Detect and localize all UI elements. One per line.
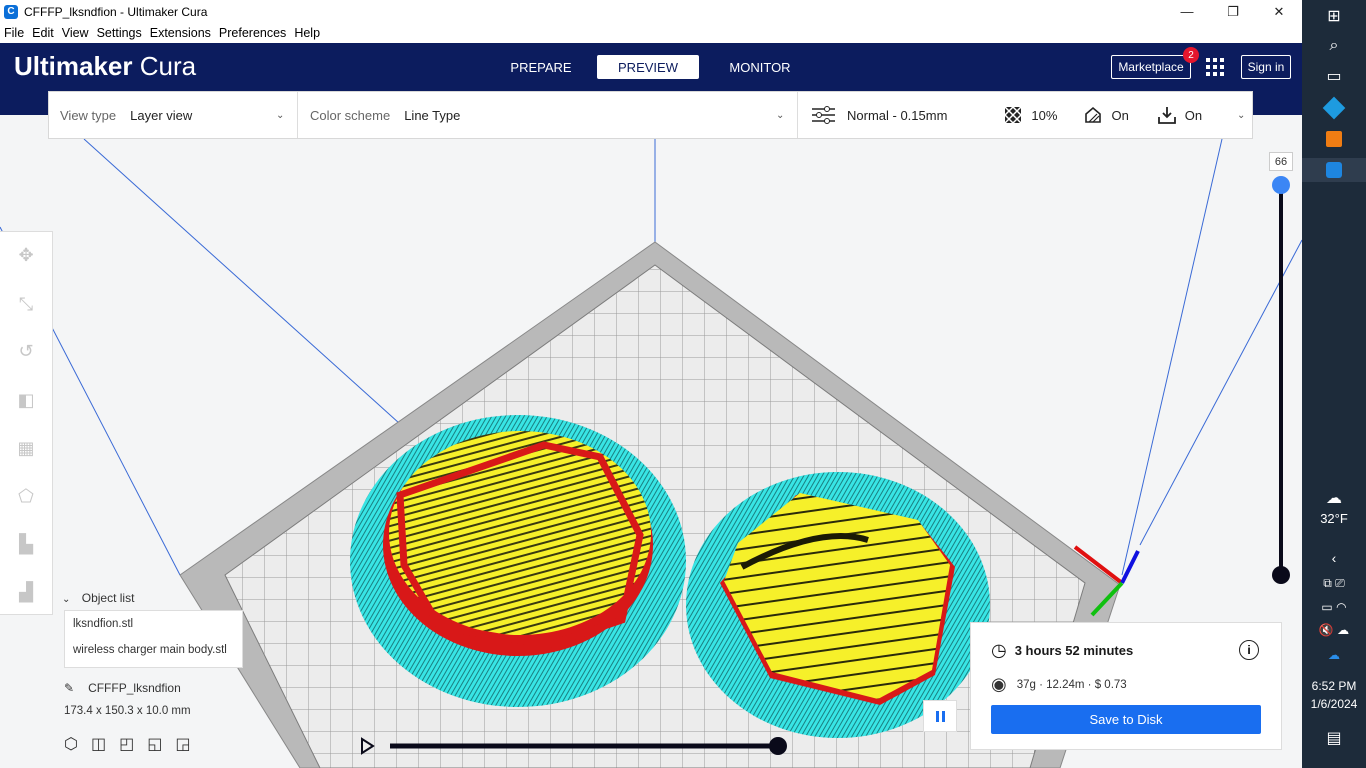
infill-value: 10% bbox=[1031, 107, 1058, 123]
clock-time[interactable]: 6:52 PM bbox=[1302, 678, 1366, 694]
info-icon[interactable]: i bbox=[1239, 640, 1259, 660]
weather-temp: 32°F bbox=[1320, 510, 1348, 526]
top-view-icon[interactable]: ◰ bbox=[119, 734, 134, 754]
onedrive-icon[interactable]: ☁ bbox=[1302, 646, 1366, 664]
chevron-down-icon: ⌄ bbox=[1237, 109, 1246, 121]
sign-in-button[interactable]: Sign in bbox=[1241, 55, 1291, 79]
material-usage: 37g · 12.24m · $ 0.73 bbox=[1016, 678, 1127, 691]
pencil-icon: ✎ bbox=[64, 681, 75, 695]
mirror-tool-icon[interactable]: ◧ bbox=[15, 389, 37, 411]
menu-view[interactable]: View bbox=[58, 26, 93, 40]
menu-edit[interactable]: Edit bbox=[28, 26, 58, 40]
menu-settings[interactable]: Settings bbox=[93, 26, 146, 40]
tab-monitor[interactable]: MONITOR bbox=[716, 55, 804, 79]
cura-taskbar-icon[interactable] bbox=[1302, 158, 1366, 182]
logo-bold-text: Ultimaker bbox=[14, 51, 133, 81]
minimize-button[interactable]: — bbox=[1164, 0, 1210, 23]
move-tool-icon[interactable]: ✥ bbox=[15, 244, 37, 266]
right-view-icon[interactable]: ◲ bbox=[175, 734, 190, 754]
pause-button[interactable] bbox=[923, 700, 957, 732]
task-view-icon[interactable]: ▭ bbox=[1302, 66, 1366, 86]
print-info-panel: ◷ 3 hours 52 minutes i ◉ 37g · 12.24m · … bbox=[970, 622, 1282, 750]
title-bar: C CFFFP_lksndfion - Ultimaker Cura — ❐ ✕ bbox=[0, 0, 1302, 23]
weather-icon[interactable]: ☁ bbox=[1302, 488, 1366, 508]
notification-icon[interactable]: ▤ bbox=[1302, 728, 1366, 748]
lay-flat-icon[interactable]: ▙ bbox=[15, 533, 37, 555]
clock-date[interactable]: 1/6/2024 bbox=[1302, 696, 1366, 712]
project-dimensions: 173.4 x 150.3 x 10.0 mm bbox=[64, 705, 191, 717]
view-type-dropdown[interactable]: View type Layer view ⌄ bbox=[60, 92, 290, 138]
view-type-label: View type bbox=[60, 107, 117, 123]
support-blocker-icon[interactable]: ⬠ bbox=[15, 485, 37, 507]
layer-slider-top-handle[interactable] bbox=[1272, 176, 1290, 194]
view-toolbar: View type Layer view ⌄ Color scheme Line… bbox=[48, 91, 1253, 139]
arrange-icon[interactable]: ▟ bbox=[15, 581, 37, 603]
color-scheme-dropdown[interactable]: Color scheme Line Type ⌄ bbox=[310, 92, 790, 138]
chevron-down-icon: ⌄ bbox=[276, 109, 285, 121]
menu-extensions[interactable]: Extensions bbox=[146, 26, 215, 40]
menu-preferences[interactable]: Preferences bbox=[215, 26, 290, 40]
list-item[interactable]: lksndfion.stl bbox=[65, 611, 242, 630]
print-time: 3 hours 52 minutes bbox=[1014, 643, 1134, 658]
left-toolbar: ✥ ⤡ ↺ ◧ ▦ ⬠ ▙ ▟ bbox=[0, 231, 53, 615]
color-scheme-value: Line Type bbox=[404, 107, 461, 123]
search-icon[interactable]: ⌕ bbox=[1302, 36, 1366, 56]
pause-icon bbox=[935, 710, 945, 722]
menu-help[interactable]: Help bbox=[290, 26, 324, 40]
project-name-row[interactable]: ✎ CFFFP_lksndfion bbox=[64, 681, 181, 695]
menu-file[interactable]: File bbox=[0, 26, 28, 40]
object-list-label: Object list bbox=[81, 591, 135, 605]
path-slider-handle[interactable] bbox=[769, 737, 787, 755]
close-button[interactable]: ✕ bbox=[1256, 0, 1302, 23]
tab-prepare[interactable]: PREPARE bbox=[500, 55, 582, 79]
app-icon-blue[interactable] bbox=[1302, 96, 1366, 120]
profile-value: Normal - 0.15mm bbox=[847, 107, 948, 123]
object-list-header[interactable]: ⌄ Object list bbox=[62, 591, 134, 605]
save-to-disk-button[interactable]: Save to Disk bbox=[991, 705, 1261, 734]
app-icon-orange[interactable] bbox=[1302, 128, 1366, 150]
menu-bar: File Edit View Settings Extensions Prefe… bbox=[0, 23, 1302, 43]
marketplace-badge: 2 bbox=[1183, 47, 1199, 63]
rotate-tool-icon[interactable]: ↺ bbox=[15, 340, 37, 362]
3d-view-icon[interactable]: ⬡ bbox=[64, 734, 78, 754]
object-list: lksndfion.stl wireless charger main body… bbox=[64, 610, 243, 668]
scale-tool-icon[interactable]: ⤡ bbox=[15, 293, 37, 315]
adhesion-value: On bbox=[1184, 107, 1203, 123]
battery-wifi-icon[interactable]: ▭ ◠ bbox=[1302, 598, 1366, 616]
view-type-value: Layer view bbox=[130, 107, 193, 123]
spool-icon: ◉ bbox=[991, 674, 1007, 694]
clock-icon: ◷ bbox=[991, 640, 1007, 660]
front-view-icon[interactable]: ◫ bbox=[91, 734, 106, 754]
cura-app-icon: C bbox=[4, 4, 18, 19]
maximize-button[interactable]: ❐ bbox=[1210, 0, 1256, 23]
adhesion-icon bbox=[1157, 107, 1176, 124]
windows-taskbar: ⊞ ⌕ ▭ ☁ 32°F ‹ ⧉ ⎚ ▭ ◠ 🔇 ☁ ☁ 6:52 PM 1/6… bbox=[1302, 0, 1366, 768]
support-icon bbox=[1085, 106, 1102, 123]
volume-onedrive-icon[interactable]: 🔇 ☁ bbox=[1302, 621, 1366, 639]
window-title: CFFFP_lksndfion - Ultimaker Cura bbox=[24, 4, 208, 19]
layer-slider-bottom-handle[interactable] bbox=[1272, 566, 1290, 584]
windows-start-icon[interactable]: ⊞ bbox=[1302, 6, 1366, 26]
current-layer-number[interactable]: 66 bbox=[1269, 152, 1293, 171]
chevron-down-icon: ⌄ bbox=[776, 109, 785, 121]
marketplace-button[interactable]: Marketplace bbox=[1111, 55, 1191, 79]
infill-icon bbox=[1004, 106, 1022, 124]
color-scheme-label: Color scheme bbox=[310, 107, 391, 123]
per-model-settings-icon[interactable]: ▦ bbox=[15, 437, 37, 459]
settings-sliders-icon bbox=[812, 106, 835, 124]
camera-view-buttons: ⬡ ◫ ◰ ◱ ◲ bbox=[64, 734, 190, 754]
list-item[interactable]: wireless charger main body.stl bbox=[65, 630, 242, 656]
tab-preview[interactable]: PREVIEW bbox=[597, 55, 699, 79]
system-tray-icons[interactable]: ⧉ ⎚ bbox=[1302, 574, 1366, 592]
chevron-down-icon: ⌄ bbox=[62, 594, 71, 605]
apps-grid-icon[interactable] bbox=[1206, 58, 1224, 76]
logo-light-text: Cura bbox=[139, 51, 197, 81]
left-view-icon[interactable]: ◱ bbox=[147, 734, 162, 754]
ultimaker-cura-logo: Ultimaker Cura bbox=[14, 51, 196, 82]
project-name: CFFFP_lksndfion bbox=[88, 681, 181, 695]
print-settings-selector[interactable]: Normal - 0.15mm 10% On On ⌄ bbox=[811, 92, 1251, 138]
chevron-left-icon[interactable]: ‹ bbox=[1302, 548, 1366, 568]
support-value: On bbox=[1111, 107, 1129, 123]
